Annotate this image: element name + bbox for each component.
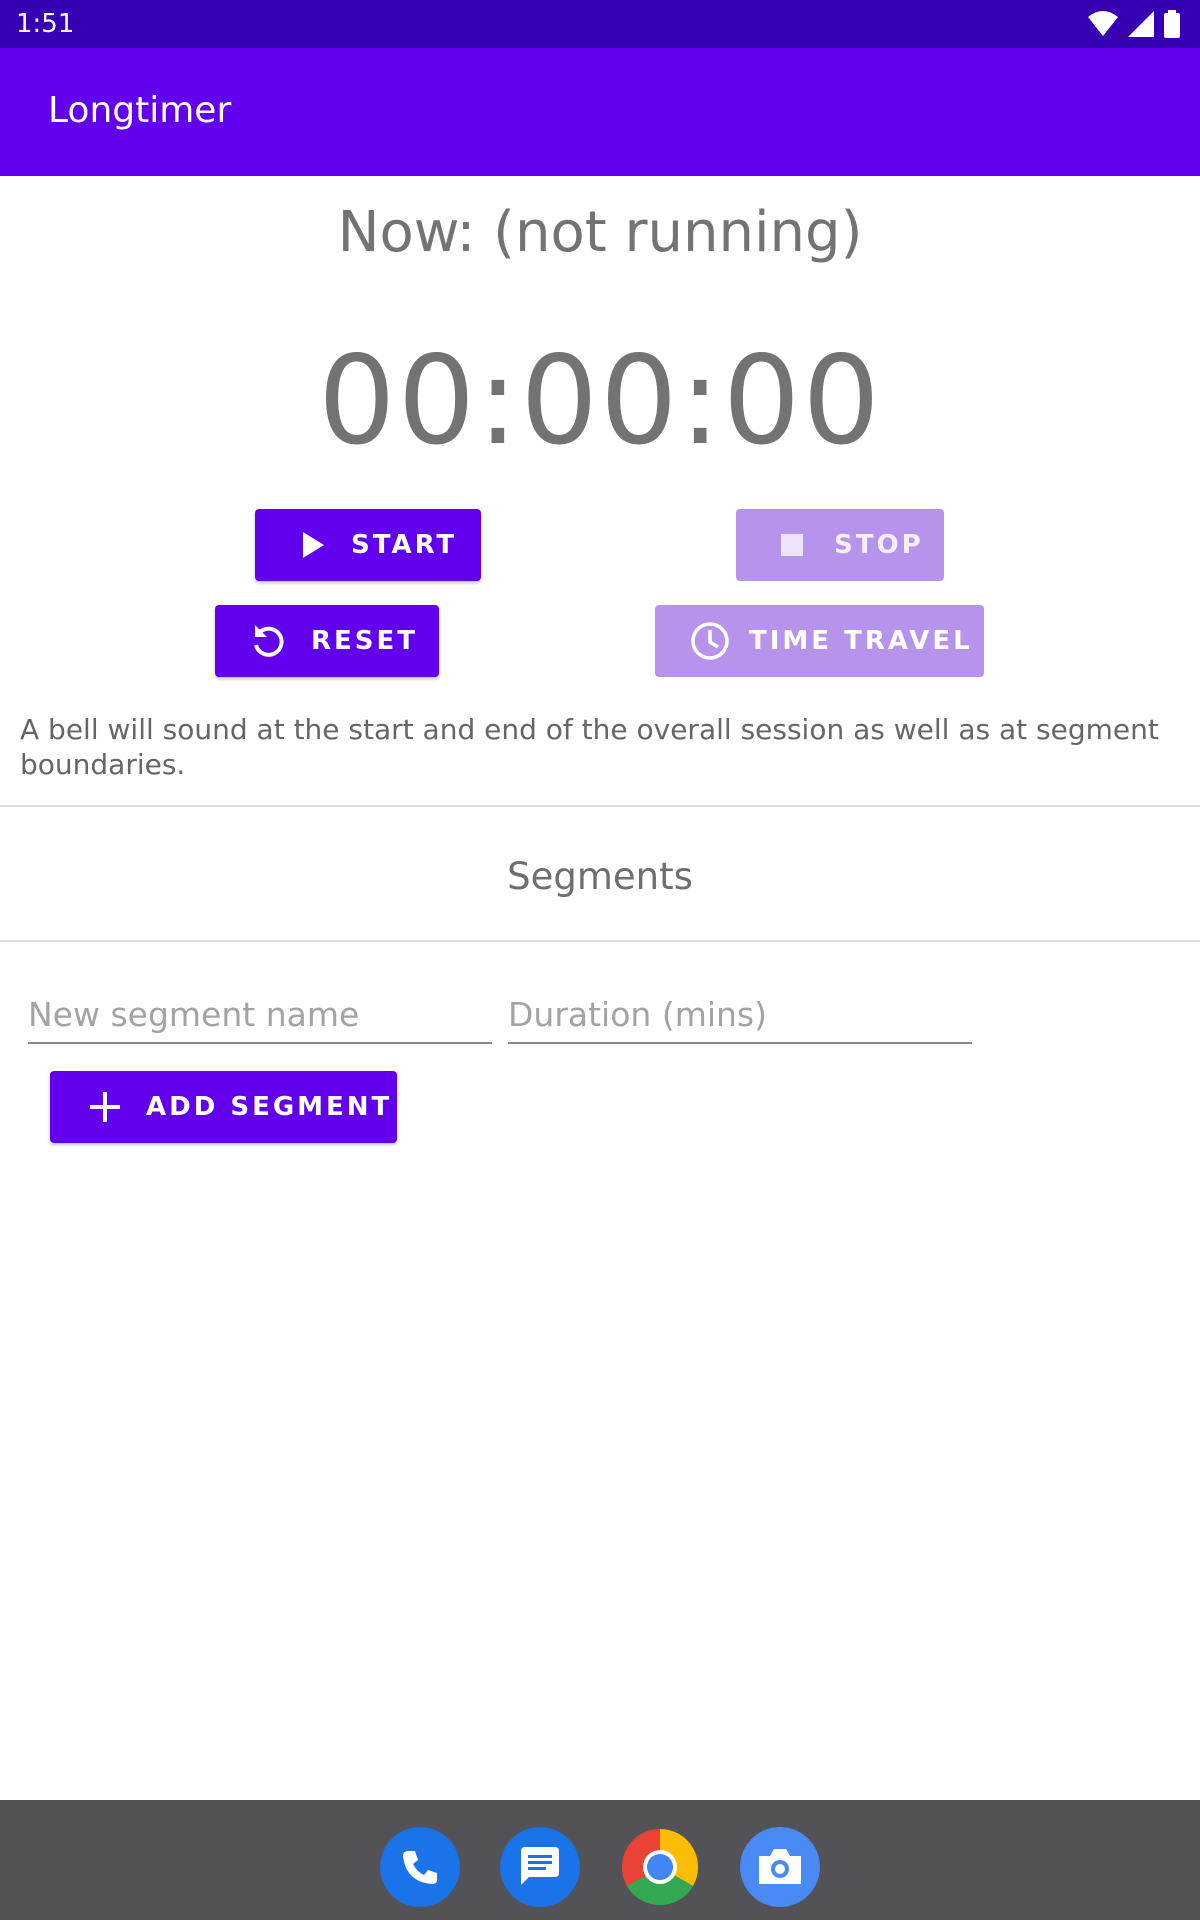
segment-name-field [28,990,492,1044]
status-bar: 1:51 [0,0,1200,48]
start-button[interactable]: START [255,509,481,581]
chrome-icon[interactable] [620,1827,700,1907]
stop-icon [780,533,804,557]
divider-top [0,805,1200,807]
start-label: START [351,530,458,560]
reset-label: RESET [311,626,419,656]
duration-field [508,990,972,1044]
add-segment-label: ADD SEGMENT [146,1092,393,1122]
segments-title: Segments [507,855,693,898]
duration-input[interactable] [508,990,972,1038]
plus-icon [90,1092,120,1122]
segment-name-input[interactable] [28,990,492,1038]
app-bar: Longtimer [0,48,1200,176]
messages-icon[interactable] [500,1827,580,1907]
time-travel-button[interactable]: TIME TRAVEL [655,605,984,677]
reset-icon [251,623,285,659]
time-travel-label: TIME TRAVEL [749,626,973,656]
phone-icon[interactable] [380,1827,460,1907]
stop-label: STOP [834,530,924,560]
now-status: Now: (not running) [337,200,863,265]
divider-bottom [0,940,1200,942]
timer-display: 00:00:00 [318,330,882,472]
reset-button[interactable]: RESET [215,605,439,677]
info-text: A bell will sound at the start and end o… [20,713,1159,781]
signal-icon [1128,11,1154,37]
app-title: Longtimer [48,90,232,131]
battery-icon [1164,10,1180,38]
camera-icon[interactable] [740,1827,820,1907]
stop-button[interactable]: STOP [736,509,944,581]
add-segment-button[interactable]: ADD SEGMENT [50,1071,397,1143]
dock-bar [0,1800,1200,1920]
clock-icon [689,620,731,662]
play-icon [301,531,325,559]
wifi-icon [1088,11,1118,36]
status-icons [1088,10,1180,38]
status-time: 1:51 [16,9,75,39]
